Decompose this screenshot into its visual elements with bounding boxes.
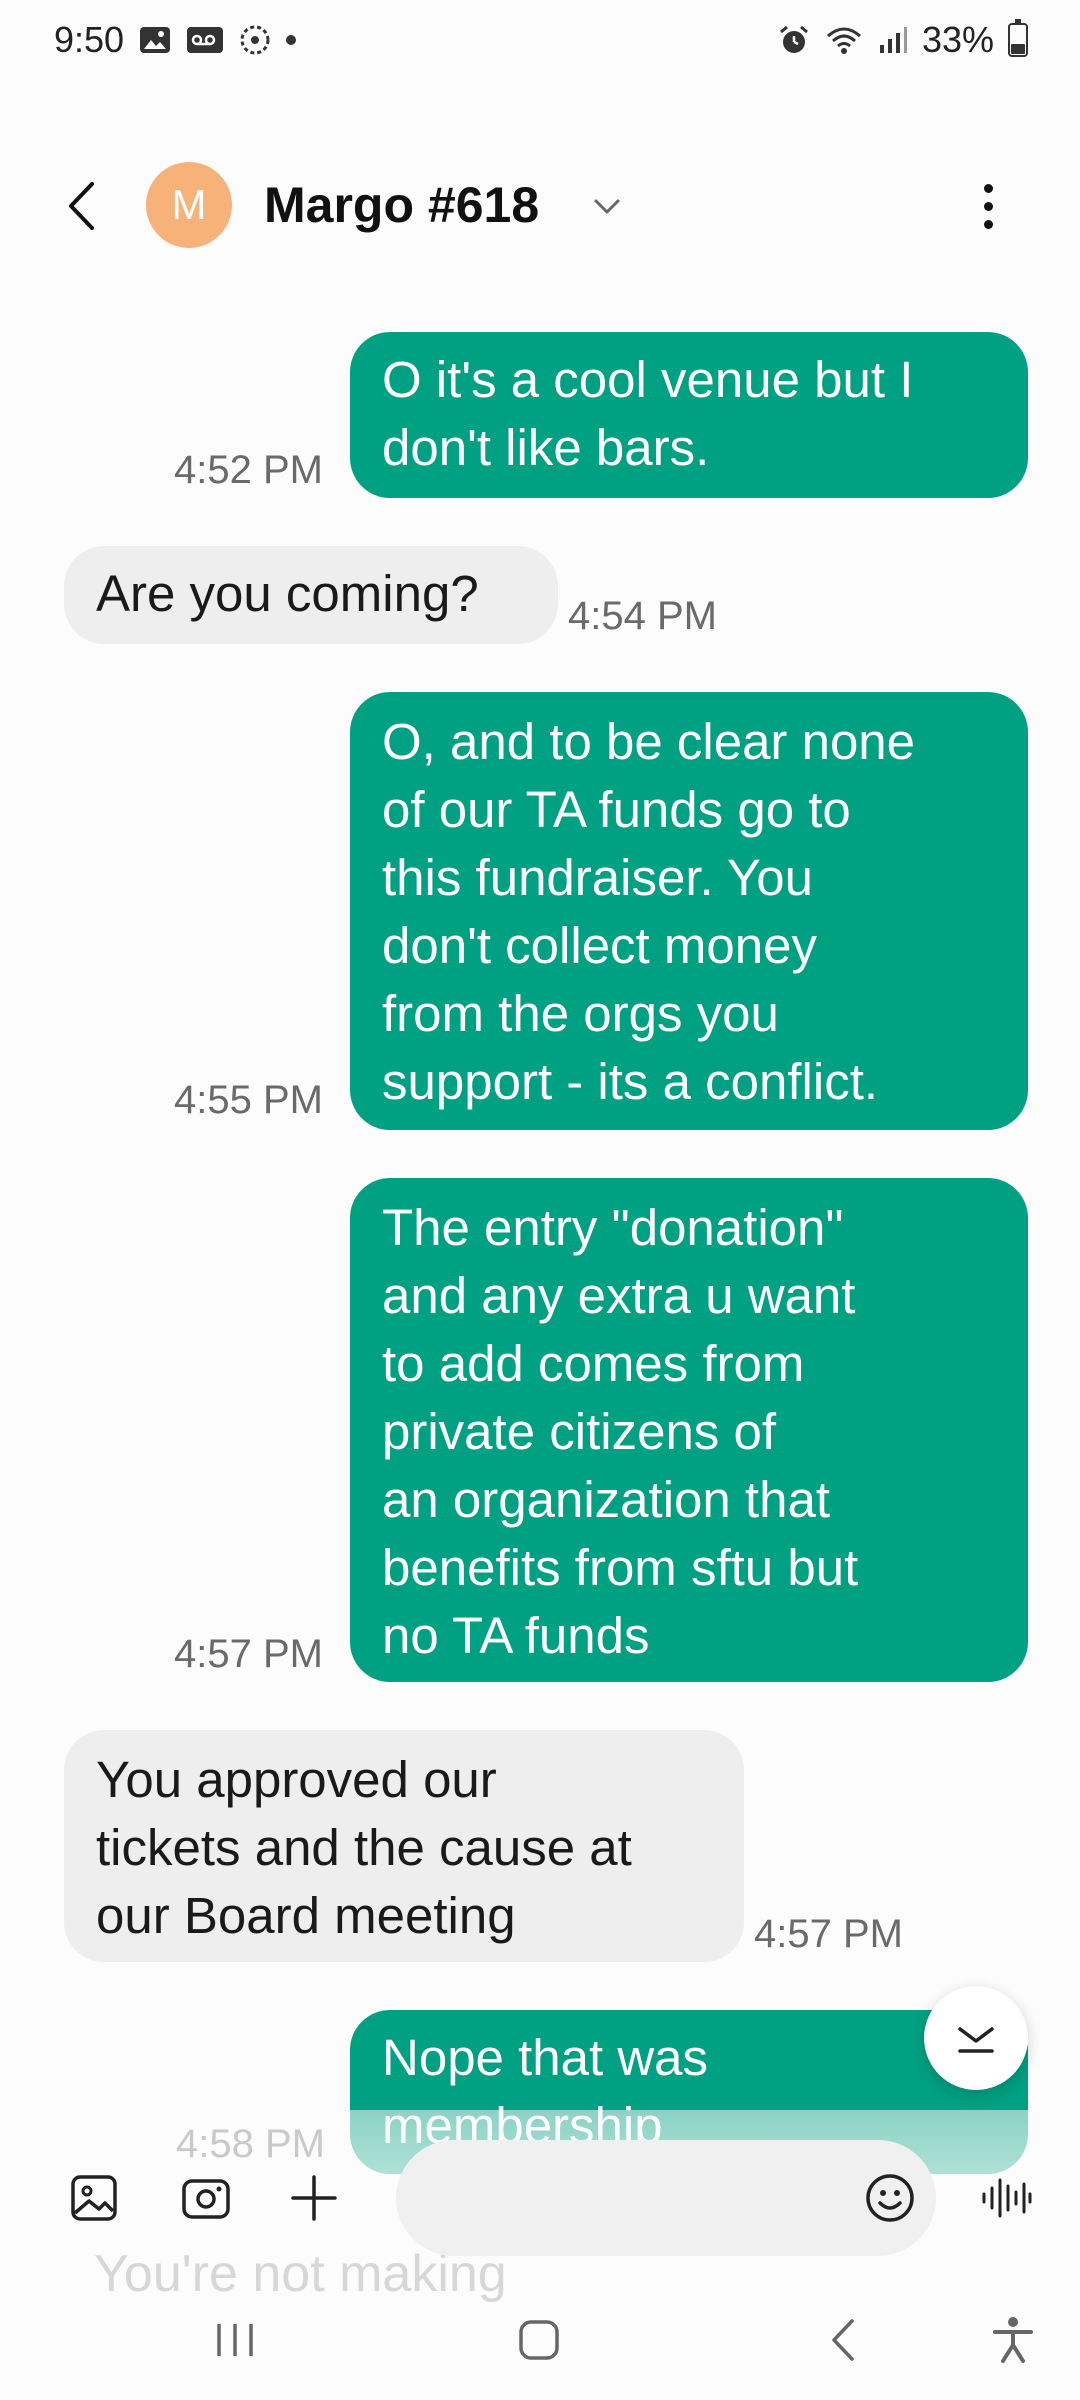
chevron-down-icon bbox=[958, 2027, 994, 2053]
camera-button[interactable] bbox=[176, 2168, 236, 2228]
status-left: 9:50 bbox=[54, 19, 297, 61]
message-line: O, and to be clear none bbox=[382, 713, 916, 770]
incoming-message-bubble[interactable]: You approved our tickets and the cause a… bbox=[64, 1730, 744, 1962]
message-line: don't collect money bbox=[382, 917, 817, 974]
voice-record-button[interactable] bbox=[976, 2168, 1036, 2228]
status-time: 9:50 bbox=[54, 19, 125, 60]
contact-avatar[interactable]: M bbox=[146, 162, 232, 248]
contact-details-toggle[interactable] bbox=[590, 190, 624, 224]
voice-wave-icon bbox=[982, 2178, 1032, 2218]
more-dot-icon bbox=[983, 183, 993, 193]
message-line: private citizens of bbox=[382, 1403, 777, 1460]
home-icon bbox=[519, 2320, 559, 2360]
message-line: Nope that was bbox=[382, 2029, 709, 2086]
message-line: no TA funds bbox=[382, 1607, 650, 1664]
message-input[interactable] bbox=[396, 2140, 936, 2256]
message-thread: O it's a cool venue but I don't like bar… bbox=[0, 0, 1080, 2400]
camera-icon bbox=[182, 2179, 230, 2219]
emoji-button[interactable] bbox=[860, 2168, 920, 2228]
message-line: O it's a cool venue but I bbox=[382, 351, 914, 408]
emoji-icon bbox=[866, 2174, 914, 2222]
scroll-to-bottom-button[interactable] bbox=[924, 1986, 1028, 2090]
message-line: this fundraiser. You bbox=[382, 849, 813, 906]
message-line: The entry "donation" bbox=[382, 1199, 844, 1256]
message-timestamp: 4:58 PM bbox=[176, 2122, 325, 2166]
message-timestamp: 4:55 PM bbox=[174, 1078, 323, 1122]
gallery-icon bbox=[71, 2175, 117, 2221]
outgoing-message-bubble[interactable]: O it's a cool venue but I don't like bar… bbox=[350, 332, 1028, 498]
chevron-down-icon bbox=[594, 199, 620, 214]
message-line: and any extra u want bbox=[382, 1267, 856, 1324]
alarm-icon bbox=[778, 24, 810, 56]
back-arrow-icon bbox=[69, 182, 94, 230]
battery-percent: 33% bbox=[921, 19, 994, 60]
more-dot-icon bbox=[983, 219, 993, 229]
message-line: Are you coming? bbox=[96, 565, 479, 622]
back-icon bbox=[832, 2319, 854, 2361]
navigation-bar bbox=[0, 2280, 1080, 2400]
voicemail-icon bbox=[186, 25, 224, 55]
message-line: tickets and the cause at bbox=[96, 1819, 632, 1876]
accessibility-button[interactable] bbox=[978, 2308, 1048, 2372]
back-button[interactable] bbox=[56, 178, 106, 234]
message-timestamp: 4:52 PM bbox=[174, 448, 323, 492]
recent-apps-icon bbox=[217, 2324, 253, 2356]
accessibility-icon bbox=[993, 2317, 1033, 2363]
more-options-button[interactable] bbox=[968, 178, 1008, 234]
outgoing-message-bubble[interactable]: O, and to be clear none of our TA funds … bbox=[350, 692, 1028, 1130]
status-bar: 9:50 33% bbox=[0, 0, 1080, 80]
home-button[interactable] bbox=[504, 2308, 574, 2372]
nav-back-button[interactable] bbox=[808, 2308, 878, 2372]
contact-name[interactable]: Margo #618 bbox=[264, 176, 539, 234]
message-line: benefits from sftu but bbox=[382, 1539, 859, 1596]
status-right: 33% bbox=[778, 19, 1028, 61]
image-icon bbox=[138, 25, 172, 55]
avatar-letter: M bbox=[171, 181, 207, 228]
recent-apps-button[interactable] bbox=[200, 2308, 270, 2372]
battery-icon bbox=[1008, 19, 1028, 57]
incoming-message-bubble[interactable]: Are you coming? bbox=[64, 546, 558, 644]
message-line: of our TA funds go to bbox=[382, 781, 851, 838]
gallery-button[interactable] bbox=[64, 2168, 124, 2228]
message-line: don't like bars. bbox=[382, 419, 710, 476]
message-line: our Board meeting bbox=[96, 1887, 516, 1944]
message-line: an organization that bbox=[382, 1471, 830, 1528]
message-line: to add comes from bbox=[382, 1335, 805, 1392]
message-timestamp: 4:54 PM bbox=[568, 594, 717, 638]
more-dot-icon bbox=[983, 201, 993, 211]
message-line: support - its a conflict. bbox=[382, 1053, 879, 1110]
plus-icon bbox=[291, 2175, 337, 2221]
signal-icon bbox=[878, 25, 908, 55]
conversation-header: M Margo #618 bbox=[0, 150, 1080, 260]
message-line: from the orgs you bbox=[382, 985, 779, 1042]
outgoing-message-bubble[interactable]: The entry "donation" and any extra u wan… bbox=[350, 1178, 1028, 1682]
notification-dot-icon bbox=[286, 35, 297, 45]
wifi-icon bbox=[824, 24, 864, 56]
message-timestamp: 4:57 PM bbox=[754, 1912, 903, 1956]
message-timestamp: 4:57 PM bbox=[174, 1632, 323, 1676]
sync-icon bbox=[238, 23, 272, 57]
attach-button[interactable] bbox=[284, 2168, 344, 2228]
message-line: You approved our bbox=[96, 1751, 497, 1808]
